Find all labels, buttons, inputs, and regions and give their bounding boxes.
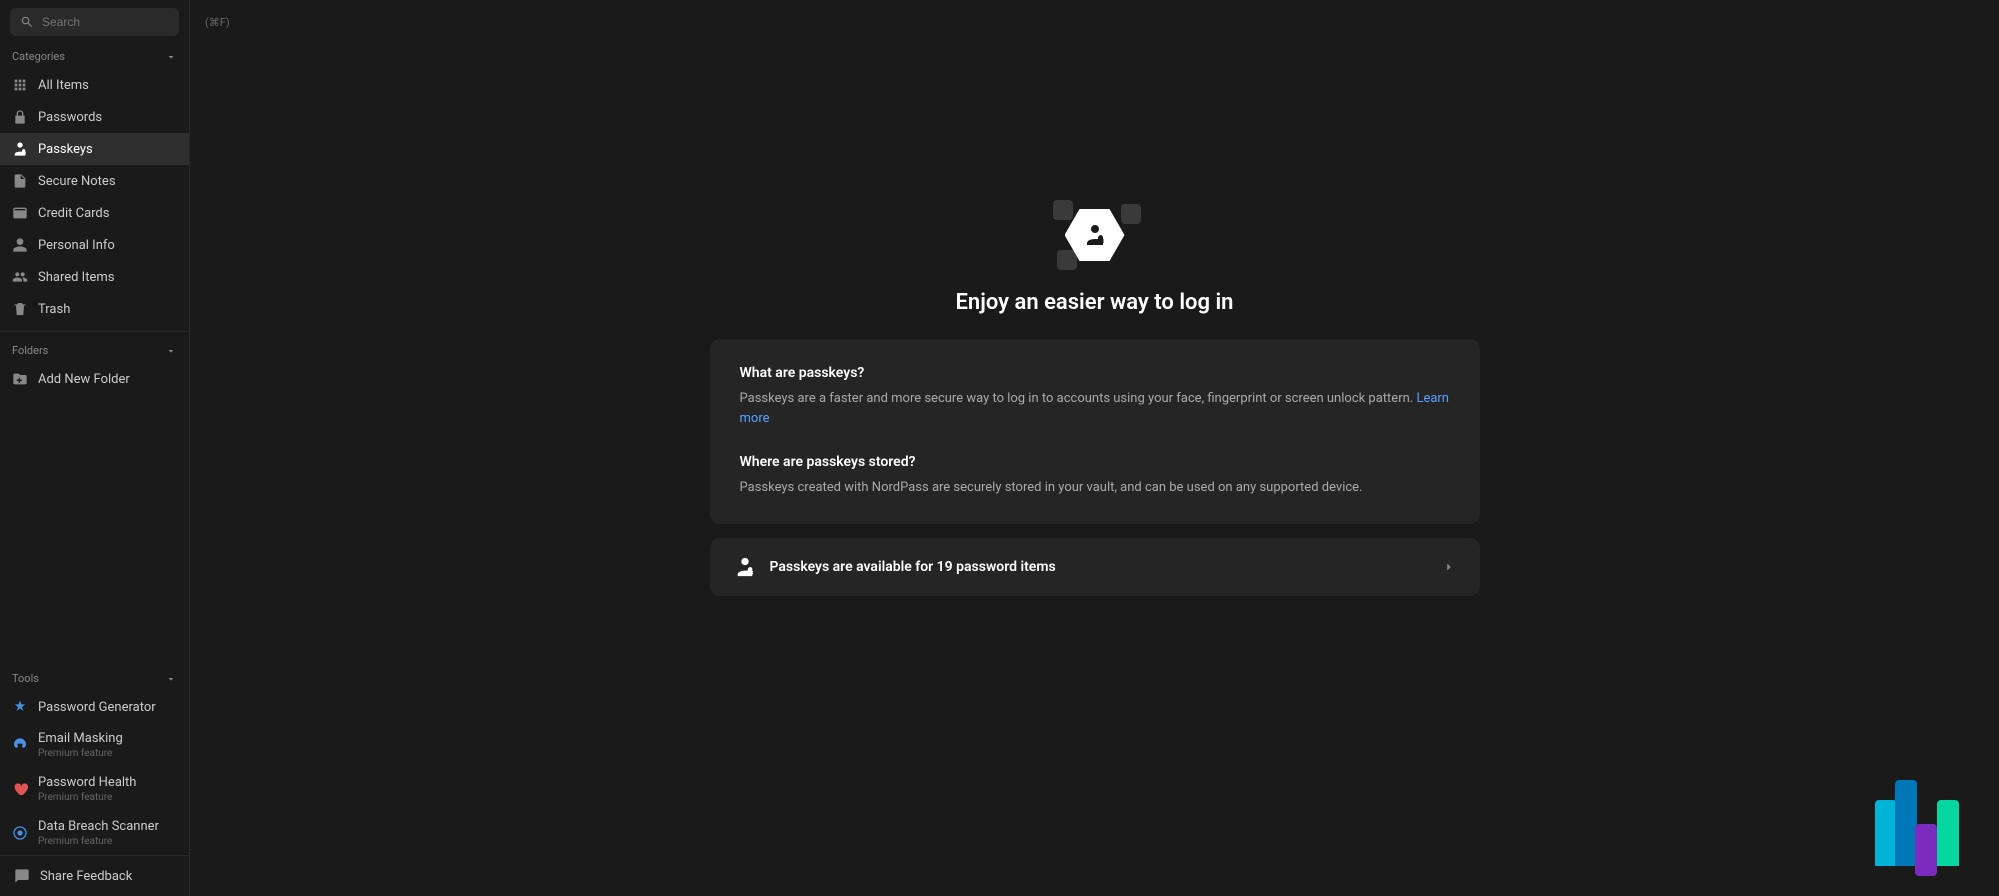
sidebar-item-label: Passwords: [38, 110, 102, 125]
note-icon: [12, 173, 28, 189]
premium-badge: Premium feature: [38, 836, 159, 847]
sidebar-item-label: Credit Cards: [38, 206, 109, 221]
fab-bar: [1915, 824, 1937, 876]
mask-icon: [12, 737, 28, 753]
share-feedback[interactable]: Share Feedback: [0, 855, 189, 896]
divider: [0, 331, 189, 332]
feedback-label: Share Feedback: [40, 869, 132, 884]
fab-bar: [1895, 780, 1917, 866]
sidebar-item-label: Passkeys: [38, 142, 93, 157]
sidebar-item-label: Personal Info: [38, 238, 115, 253]
info-heading: What are passkeys?: [740, 365, 1450, 381]
sidebar-item-trash[interactable]: Trash: [0, 293, 189, 325]
tool-email-masking[interactable]: Email Masking Premium feature: [0, 723, 189, 767]
sidebar-item-label: Secure Notes: [38, 174, 116, 189]
key-icon: [12, 109, 28, 125]
action-text: Passkeys are available for 19 password i…: [770, 559, 1428, 575]
info-text: Passkeys are a faster and more secure wa…: [740, 391, 1417, 406]
info-body: Passkeys are a faster and more secure wa…: [740, 389, 1450, 428]
tool-data-breach-scanner[interactable]: Data Breach Scanner Premium feature: [0, 811, 189, 855]
search-input[interactable]: [42, 15, 197, 29]
chevron-down-icon: [165, 345, 177, 357]
generator-icon: [12, 699, 28, 715]
page-title: Enjoy an easier way to log in: [956, 290, 1234, 315]
fab-bar: [1937, 800, 1959, 866]
chevron-down-icon: [165, 673, 177, 685]
sidebar-item-personal-info[interactable]: Personal Info: [0, 229, 189, 261]
people-icon: [12, 269, 28, 285]
sidebar-item-label: Trash: [38, 302, 70, 317]
folders-label: Folders: [12, 344, 48, 357]
info-heading: Where are passkeys stored?: [740, 454, 1450, 470]
tool-password-generator[interactable]: Password Generator: [0, 691, 189, 723]
sidebar-item-label: Password Health: [38, 775, 136, 790]
sidebar-item-credit-cards[interactable]: Credit Cards: [0, 197, 189, 229]
categories-label: Categories: [12, 50, 65, 63]
tool-password-health[interactable]: Password Health Premium feature: [0, 767, 189, 811]
trash-icon: [12, 301, 28, 317]
sidebar-item-label: Data Breach Scanner: [38, 819, 159, 834]
person-icon: [12, 237, 28, 253]
search-icon: [20, 15, 34, 29]
card-icon: [12, 205, 28, 221]
sidebar-item-all-items[interactable]: All Items: [0, 69, 189, 101]
search-box[interactable]: (⌘F): [10, 8, 179, 36]
sidebar-item-shared-items[interactable]: Shared Items: [0, 261, 189, 293]
sidebar-item-label: Email Masking: [38, 731, 123, 746]
categories-header[interactable]: Categories: [0, 44, 189, 69]
premium-badge: Premium feature: [38, 748, 123, 759]
premium-badge: Premium feature: [38, 792, 136, 803]
passkey-icon: [12, 141, 28, 157]
radar-icon: [12, 825, 28, 841]
tools-label: Tools: [12, 672, 39, 685]
chevron-down-icon: [165, 51, 177, 63]
sidebar-item-label: Shared Items: [38, 270, 114, 285]
chat-icon: [14, 868, 30, 884]
info-body: Passkeys created with NordPass are secur…: [740, 478, 1450, 498]
sidebar-item-label: All Items: [38, 78, 89, 93]
sidebar-item-label: Password Generator: [38, 700, 156, 715]
tools-header[interactable]: Tools: [0, 666, 189, 691]
folder-plus-icon: [12, 371, 28, 387]
passkey-icon: [734, 556, 756, 578]
sidebar-item-secure-notes[interactable]: Secure Notes: [0, 165, 189, 197]
chevron-right-icon: [1442, 560, 1456, 574]
sidebar-item-label: Add New Folder: [38, 372, 130, 387]
grid-icon: [12, 77, 28, 93]
fab-chart-button[interactable]: [1875, 756, 1959, 866]
info-card: What are passkeys? Passkeys are a faster…: [710, 339, 1480, 524]
heart-icon: [12, 781, 28, 797]
sidebar-item-passkeys[interactable]: Passkeys: [0, 133, 189, 165]
sidebar-item-passwords[interactable]: Passwords: [0, 101, 189, 133]
hero-illustration: [1045, 200, 1145, 270]
folders-header[interactable]: Folders: [0, 338, 189, 363]
fab-bar: [1875, 800, 1897, 866]
add-new-folder[interactable]: Add New Folder: [0, 363, 189, 395]
passkeys-available-card[interactable]: Passkeys are available for 19 password i…: [710, 538, 1480, 596]
